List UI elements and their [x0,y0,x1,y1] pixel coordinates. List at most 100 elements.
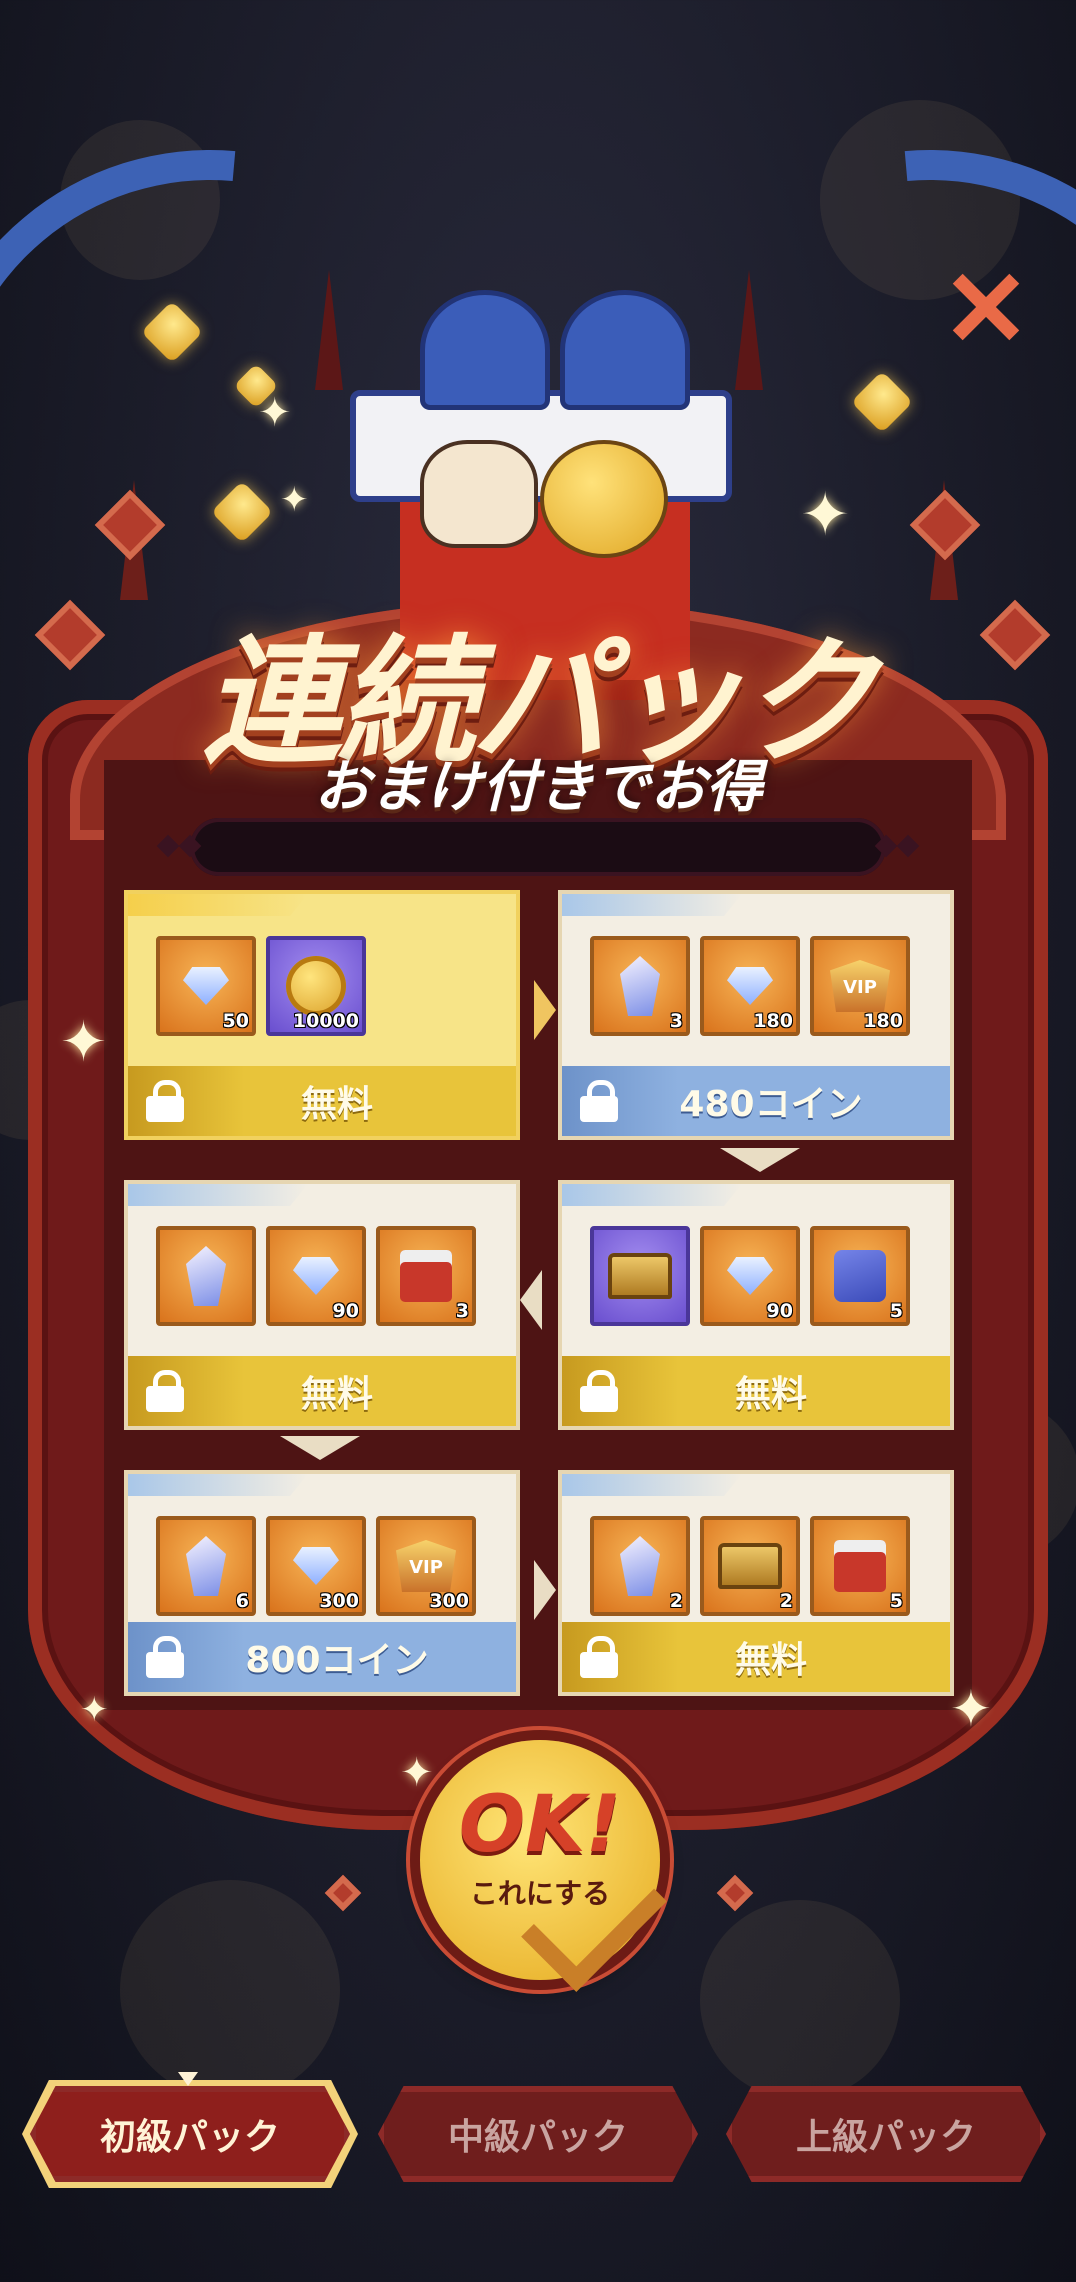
item-count: 2 [669,1590,683,1612]
character-illustration [420,440,538,548]
pack-card-6[interactable]: 2 2 5 無料 [558,1470,954,1696]
card-corner-stripe [128,894,308,916]
diamond-gem-icon [293,1547,339,1585]
diamond-gem-icon [727,967,773,1005]
ok-label: OK! [458,1780,622,1870]
item-count: 50 [222,1010,249,1032]
close-x-icon[interactable] [940,262,1030,352]
card-corner-stripe [562,1474,742,1496]
price-bar[interactable]: 無料 [128,1066,516,1136]
reward-item[interactable]: 2 [590,1516,690,1616]
tab-intermediate-pack[interactable]: 中級パック [378,2086,698,2182]
price-label: 800コイン [245,1640,429,1681]
tab-beginner-pack[interactable]: 初級パック [30,2086,350,2182]
reward-item[interactable]: 10000 [266,936,366,1036]
reward-items: 3 180 VIP 180 [590,936,910,1036]
reward-item[interactable]: 300 [266,1516,366,1616]
reward-item[interactable]: 6 [156,1516,256,1616]
sparkle-icon: ✦ [80,1690,109,1730]
lock-icon [580,1636,618,1678]
lock-icon [580,1080,618,1122]
diamond-gem-icon [183,967,229,1005]
sparkle-icon: ✦ [258,390,292,436]
item-count: 180 [753,1010,793,1032]
lock-icon [580,1370,618,1412]
lock-icon [146,1370,184,1412]
sparkle-icon: ✦ [280,480,309,520]
pack-card-4[interactable]: 90 5 無料 [558,1180,954,1430]
price-label: 無料 [734,1640,807,1681]
chevron-left-icon [520,1270,542,1330]
reward-item[interactable]: VIP 180 [810,936,910,1036]
title-ribbon [156,818,920,876]
reward-item[interactable] [590,1226,690,1326]
reward-item[interactable] [156,1226,256,1326]
price-bar[interactable]: 480コイン [562,1066,950,1136]
reward-item[interactable]: 3 [590,936,690,1036]
diamond-gem-icon [293,1257,339,1295]
price-bar[interactable]: 無料 [562,1622,950,1692]
crystal-icon [186,1246,226,1306]
reward-item[interactable]: 5 [810,1226,910,1326]
reward-item[interactable]: 50 [156,936,256,1036]
pack-card-2[interactable]: 3 180 VIP 180 480コイン [558,890,954,1140]
red-box-icon [400,1250,452,1302]
crystal-icon [620,1536,660,1596]
vip-badge-icon: VIP [830,960,890,1012]
card-corner-stripe [562,894,742,916]
diamond-gem-icon [727,1257,773,1295]
reward-item[interactable]: 3 [376,1226,476,1326]
price-label: 無料 [300,1084,373,1125]
item-count: 3 [669,1010,683,1032]
item-count: 6 [235,1590,249,1612]
slime-illustration [540,440,668,558]
vip-badge-icon: VIP [396,1540,456,1592]
chevron-right-icon [534,980,556,1040]
item-count: 180 [863,1010,903,1032]
item-count: 2 [779,1590,793,1612]
chevron-down-icon [720,1148,800,1172]
item-count: 300 [429,1590,469,1612]
item-count: 3 [455,1300,469,1322]
pack-card-3[interactable]: 90 3 無料 [124,1180,520,1430]
price-label: 無料 [300,1374,373,1415]
card-corner-stripe [128,1184,308,1206]
chevron-right-icon [534,1560,556,1620]
ok-confirm-button[interactable]: OK! これにする [420,1740,667,1992]
card-corner-stripe [128,1474,308,1496]
reward-item[interactable]: 180 [700,936,800,1036]
reward-item[interactable]: 5 [810,1516,910,1616]
pack-card-5[interactable]: 6 300 VIP 300 800コイン [124,1470,520,1696]
price-label: 480コイン [679,1084,863,1125]
price-bar[interactable]: 無料 [562,1356,950,1426]
page-subtitle: おまけ付きでお得 [314,755,762,820]
reward-item[interactable]: 90 [266,1226,366,1326]
reward-items: 50 10000 [156,936,366,1036]
price-label: 無料 [734,1374,807,1415]
crystal-icon [186,1536,226,1596]
card-corner-stripe [562,1184,742,1206]
item-count: 90 [332,1300,359,1322]
chevron-down-icon [280,1436,360,1460]
reward-items: 2 2 5 [590,1516,910,1616]
puzzle-piece-icon [834,1250,886,1302]
pack-card-1[interactable]: 50 10000 無料 [124,890,520,1140]
treasure-chest-icon [718,1543,782,1589]
treasure-chest-icon [608,1253,672,1299]
item-count: 5 [889,1300,903,1322]
sparkle-icon: ✦ [60,1010,107,1075]
sparkle-icon: ✦ [950,1680,992,1738]
reward-item[interactable]: 90 [700,1226,800,1326]
item-count: 5 [889,1590,903,1612]
price-bar[interactable]: 800コイン [128,1622,516,1692]
reward-items: 90 3 [156,1226,476,1326]
tab-advanced-pack[interactable]: 上級パック [726,2086,1046,2182]
reward-items: 90 5 [590,1226,910,1326]
reward-item[interactable]: VIP 300 [376,1516,476,1616]
item-count: 10000 [292,1010,359,1032]
reward-items: 6 300 VIP 300 [156,1516,476,1616]
price-bar[interactable]: 無料 [128,1356,516,1426]
reward-item[interactable]: 2 [700,1516,800,1616]
red-box-icon [834,1540,886,1592]
item-count: 90 [766,1300,793,1322]
